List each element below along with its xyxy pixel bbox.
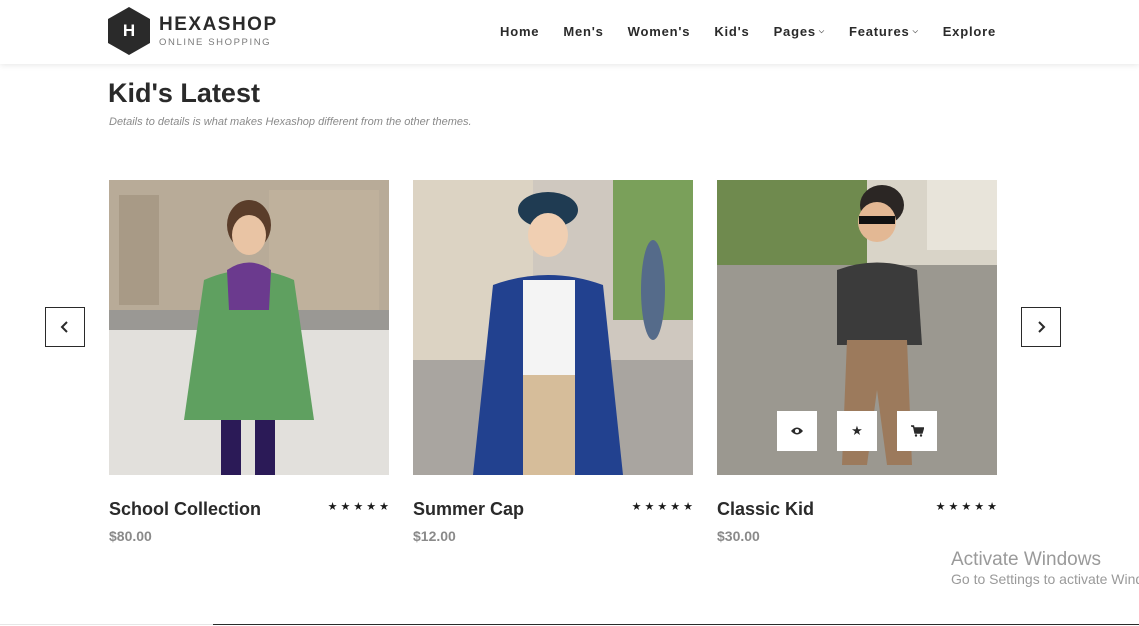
nav-label: Features xyxy=(849,24,910,39)
nav-item-explore[interactable]: Explore xyxy=(943,24,996,39)
product-price: $30.00 xyxy=(717,528,760,544)
chevron-down-icon: ⌵ xyxy=(818,27,825,35)
carousel-next-button[interactable] xyxy=(1021,307,1061,347)
nav-item-pages[interactable]: Pages ⌵ xyxy=(774,24,825,39)
eye-icon xyxy=(791,427,803,435)
star-icon: ★ xyxy=(961,501,972,513)
star-icon: ★ xyxy=(366,501,377,513)
star-icon: ★ xyxy=(948,501,959,513)
chevron-left-icon xyxy=(60,321,68,333)
watermark-line2: Go to Settings to activate Windows. xyxy=(951,570,1139,587)
product-name[interactable]: Summer Cap xyxy=(413,499,524,520)
footer-divider-dark xyxy=(213,624,1139,625)
star-icon: ★ xyxy=(851,423,863,438)
star-icon: ★ xyxy=(987,501,997,513)
cart-icon xyxy=(910,425,924,437)
windows-activation-watermark: Activate Windows Go to Settings to activ… xyxy=(951,549,1139,587)
product-card[interactable]: ★ Classic Kid ★ ★ ★ ★ ★ $30.00 xyxy=(717,180,997,544)
star-icon: ★ xyxy=(340,501,351,513)
quick-view-button[interactable] xyxy=(777,411,817,451)
site-header: H HEXASHOP ONLINE SHOPPING Home Men's Wo… xyxy=(0,0,1139,64)
section-title: Kid's Latest xyxy=(108,78,260,108)
nav-item-mens[interactable]: Men's xyxy=(563,24,603,39)
logo-text: HEXASHOP ONLINE SHOPPING xyxy=(159,15,278,48)
star-icon: ★ xyxy=(379,501,389,513)
logo-initial: H xyxy=(122,21,136,40)
star-icon: ★ xyxy=(327,501,338,513)
star-icon: ★ xyxy=(657,501,668,513)
star-icon: ★ xyxy=(974,501,985,513)
product-rating: ★ ★ ★ ★ ★ xyxy=(632,502,693,513)
product-name[interactable]: Classic Kid xyxy=(717,499,814,520)
nav-label: Men's xyxy=(563,24,604,39)
star-icon: ★ xyxy=(353,501,364,513)
nav-label: Kid's xyxy=(714,24,750,39)
star-icon: ★ xyxy=(644,501,655,513)
product-image[interactable] xyxy=(413,180,693,475)
chevron-down-icon: ⌵ xyxy=(912,27,919,35)
watermark-line1: Activate Windows xyxy=(951,549,1101,570)
nav-label: Explore xyxy=(942,24,996,39)
main-nav: Home Men's Women's Kid's Pages ⌵ Features… xyxy=(476,24,996,39)
product-price: $80.00 xyxy=(109,528,152,544)
nav-item-kids[interactable]: Kid's xyxy=(714,24,749,39)
product-rating: ★ ★ ★ ★ ★ xyxy=(936,502,997,513)
nav-label: Home xyxy=(500,24,540,39)
nav-label: Pages xyxy=(773,24,816,39)
product-name[interactable]: School Collection xyxy=(109,499,261,520)
star-icon: ★ xyxy=(631,501,642,513)
product-hover-actions: ★ xyxy=(777,411,937,451)
product-price: $12.00 xyxy=(413,528,456,544)
brand-subtitle: ONLINE SHOPPING xyxy=(159,36,272,48)
star-icon: ★ xyxy=(670,501,681,513)
product-image[interactable]: ★ xyxy=(717,180,997,475)
add-to-cart-button[interactable] xyxy=(897,411,937,451)
nav-item-home[interactable]: Home xyxy=(500,24,539,39)
carousel-prev-button[interactable] xyxy=(45,307,85,347)
section-subtitle: Details to details is what makes Hexasho… xyxy=(109,116,472,128)
star-icon: ★ xyxy=(935,501,946,513)
product-image[interactable] xyxy=(109,180,389,475)
nav-item-features[interactable]: Features ⌵ xyxy=(849,24,919,39)
favorite-button[interactable]: ★ xyxy=(837,411,877,451)
brand-title: HEXASHOP xyxy=(159,13,278,35)
star-icon: ★ xyxy=(683,501,693,513)
product-card[interactable]: School Collection ★ ★ ★ ★ ★ $80.00 xyxy=(109,180,389,544)
nav-label: Women's xyxy=(627,24,691,39)
product-rating: ★ ★ ★ ★ ★ xyxy=(328,502,389,513)
logo-hexagon-icon: H xyxy=(108,7,150,55)
product-card[interactable]: Summer Cap ★ ★ ★ ★ ★ $12.00 xyxy=(413,180,693,544)
chevron-right-icon xyxy=(1038,321,1046,333)
nav-item-womens[interactable]: Women's xyxy=(628,24,691,39)
brand-logo[interactable]: H HEXASHOP ONLINE SHOPPING xyxy=(108,7,278,55)
